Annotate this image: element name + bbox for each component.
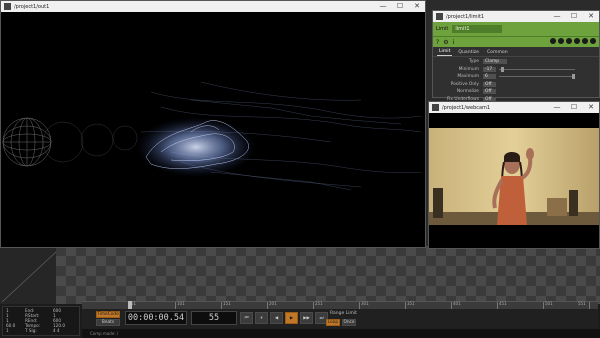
param-label: Positive Only — [450, 81, 479, 87]
checkerboard-canvas — [56, 246, 600, 304]
add-icon[interactable] — [582, 38, 588, 44]
webcam-feed — [429, 128, 599, 225]
maximize-button[interactable]: ☐ — [570, 102, 578, 113]
tab-limit[interactable]: Limit — [437, 49, 453, 56]
param-row-minimum: Minimum -17 — [433, 66, 599, 74]
info-icon[interactable]: i — [453, 39, 455, 46]
app-icon — [432, 104, 439, 111]
range-limit-label: Range Limit — [330, 311, 357, 316]
beats-button[interactable]: Beats — [96, 319, 120, 326]
minimum-field[interactable]: -17 — [483, 66, 496, 72]
param-label: Normalize — [456, 89, 479, 95]
close-button[interactable]: ✕ — [587, 11, 595, 22]
skip-to-start-button[interactable]: ⏮ — [240, 312, 253, 324]
edit-icon[interactable] — [550, 38, 556, 44]
tick-label: 551 — [578, 301, 586, 306]
parameter-tabs: Limit Quantize Common — [433, 47, 599, 57]
operator-name-field[interactable]: limit1 — [452, 25, 503, 33]
param-label: Maximum — [457, 74, 479, 80]
window-title: /project1/limit1 — [446, 13, 485, 20]
playhead-marker[interactable] — [128, 301, 132, 309]
maximize-button[interactable]: ☐ — [396, 1, 404, 12]
tab-common[interactable]: Common — [485, 50, 510, 56]
param-label: Type — [468, 59, 479, 64]
tsig-value[interactable]: 4 4 — [53, 328, 60, 333]
tick-label: 451 — [499, 301, 507, 306]
operator-type: Limit — [436, 26, 449, 32]
pause-button[interactable]: ⏸ — [255, 312, 268, 324]
app-icon — [436, 13, 443, 20]
timecode-button[interactable]: TimeCode — [96, 311, 120, 318]
param-row-maximum: Maximum 6 — [433, 73, 599, 81]
maximum-slider[interactable] — [499, 74, 575, 80]
app-icon — [4, 3, 11, 10]
status-bar: Comp made: / — [82, 329, 600, 338]
positive-only-toggle[interactable]: Off — [483, 81, 496, 87]
minimize-button[interactable]: — — [379, 1, 387, 12]
timecode-display[interactable]: 00:00:00.54 — [125, 311, 187, 325]
tick-label: 401 — [453, 301, 461, 306]
step-forward-button[interactable]: ▶▶ — [300, 312, 313, 324]
parameter-list: Type Clamp Minimum -17 Maximum 6 Positiv… — [433, 57, 599, 104]
param-row-normalize: Normalize Off — [433, 88, 599, 96]
node-wire — [1, 251, 57, 303]
output-viewer-window[interactable]: /project1/out1 — ☐ ✕ — [0, 0, 426, 248]
window-title: /project1/webcam1 — [442, 104, 491, 111]
particle-visualization — [2, 81, 422, 191]
viewer-icon[interactable] — [590, 38, 596, 44]
maximize-button[interactable]: ☐ — [570, 11, 578, 22]
webcam-viewer-window[interactable]: /project1/webcam1 — ☐ ✕ — [428, 101, 600, 249]
tick-label: 151 — [223, 301, 231, 306]
tsig-label: T Sig: — [25, 328, 37, 333]
window-titlebar[interactable]: /project1/webcam1 — ☐ ✕ — [429, 102, 599, 113]
window-titlebar[interactable]: /project1/out1 — ☐ ✕ — [1, 1, 425, 12]
minimize-button[interactable]: — — [553, 11, 561, 22]
render-output — [1, 12, 425, 247]
fix-value[interactable]: 1 — [6, 328, 9, 333]
webcam-image — [429, 128, 599, 225]
slider-knob[interactable] — [501, 66, 504, 72]
param-label: Minimum — [458, 66, 479, 72]
play-backward-button[interactable]: ◀ — [270, 312, 283, 324]
python-icon[interactable]: ⚙ — [443, 39, 448, 46]
minimize-button[interactable]: — — [553, 102, 561, 113]
reset-icon[interactable] — [566, 38, 572, 44]
tick-label: 101 — [177, 301, 185, 306]
once-button[interactable]: Once — [342, 319, 356, 326]
type-dropdown[interactable]: Clamp — [483, 59, 507, 64]
help-icon[interactable]: ? — [436, 39, 439, 46]
minimum-slider[interactable] — [499, 66, 575, 72]
parameter-window[interactable]: /project1/limit1 — ☐ ✕ Limit limit1 ? ⚙ … — [432, 10, 600, 102]
tick-label: 351 — [407, 301, 415, 306]
operator-toolbar: ? ⚙ i — [433, 36, 599, 47]
tick-label: 251 — [315, 301, 323, 306]
slider-knob[interactable] — [572, 74, 575, 80]
language-icon[interactable] — [574, 38, 580, 44]
time-settings-panel: 1 End: 600 1 RStart: 1 1 REnd: 600 60.0 … — [2, 306, 80, 336]
close-button[interactable]: ✕ — [413, 1, 421, 12]
normalize-toggle[interactable]: Off — [483, 89, 496, 95]
maximum-field[interactable]: 6 — [483, 74, 496, 80]
wireframe-sphere — [2, 117, 52, 167]
window-titlebar[interactable]: /project1/limit1 — ☐ ✕ — [433, 11, 599, 22]
param-row-positive-only: Positive Only Off — [433, 81, 599, 89]
play-forward-button[interactable]: ▶ — [285, 312, 298, 324]
tick-label: 201 — [269, 301, 277, 306]
tick-label: 501 — [545, 301, 553, 306]
close-button[interactable]: ✕ — [587, 102, 595, 113]
comment-icon[interactable] — [558, 38, 564, 44]
loop-button[interactable]: Loop — [326, 319, 340, 326]
frame-field[interactable]: 55 — [191, 311, 237, 325]
window-title: /project1/out1 — [14, 3, 50, 10]
operator-header: Limit limit1 — [433, 22, 599, 36]
tab-quantize[interactable]: Quantize — [456, 50, 481, 56]
tick-label: 301 — [361, 301, 369, 306]
param-row-type: Type Clamp — [433, 58, 599, 66]
